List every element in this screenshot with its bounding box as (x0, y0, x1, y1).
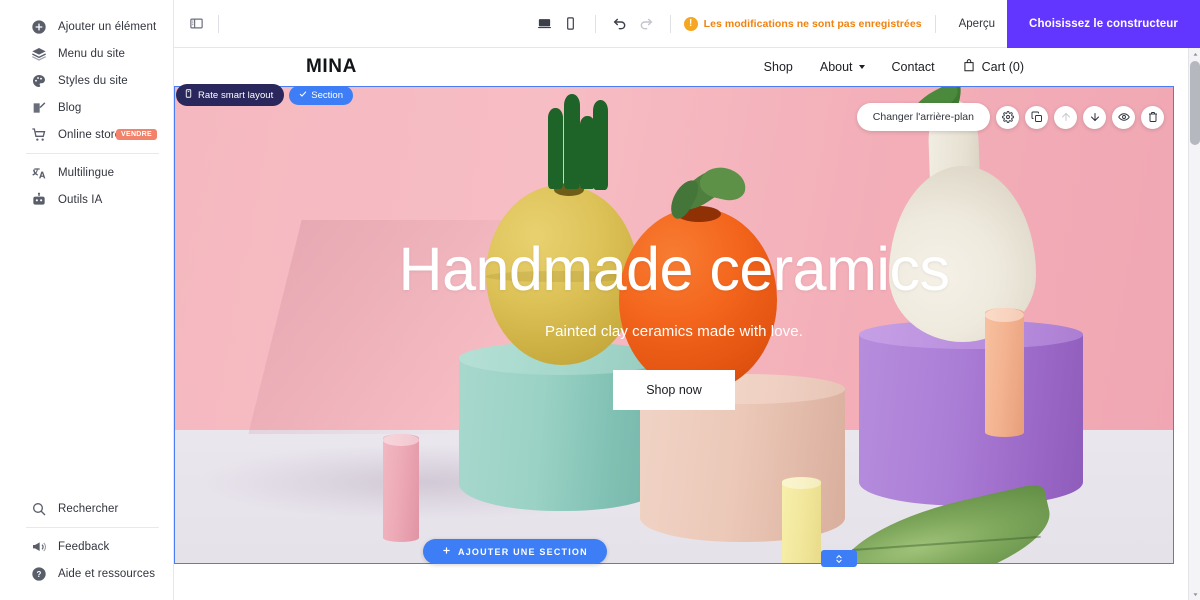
trash-icon[interactable] (1141, 105, 1164, 129)
sidebar-item-search[interactable]: Rechercher (0, 495, 173, 522)
sidebar-item-multilingual[interactable]: Multilingue (0, 159, 173, 186)
add-section-label: AJOUTER UNE SECTION (458, 546, 588, 557)
sidebar-item-label: Styles du site (58, 74, 128, 87)
sidebar-item-label: Feedback (58, 540, 110, 553)
section-floating-toolbar: Changer l'arrière-plan (856, 103, 1164, 131)
site-logo[interactable]: MINA (306, 56, 357, 78)
cart-button[interactable]: Cart (0) (962, 58, 1024, 76)
unsaved-changes-status[interactable]: ! Les modifications ne sont pas enregist… (682, 16, 924, 31)
nav-label: About (819, 60, 853, 74)
settings-gear-icon[interactable] (996, 105, 1019, 129)
badge-label: Section (311, 89, 343, 101)
desktop-icon[interactable] (532, 12, 558, 36)
sidebar-item-ai-tools[interactable]: Outils IA (0, 186, 173, 213)
hero-subtitle: Painted clay ceramics made with love. (545, 323, 803, 340)
sidebar-item-site-menu[interactable]: Menu du site (0, 40, 173, 67)
robot-icon (30, 191, 47, 208)
toolbar-divider (669, 14, 671, 33)
sidebar-item-label: Online store (58, 128, 122, 141)
badge-label: Rate smart layout (198, 89, 274, 101)
preview-button[interactable]: Aperçu (947, 13, 1007, 35)
redo-icon[interactable] (633, 12, 659, 36)
sidebar-item-label: Multilingue (58, 166, 115, 179)
chevron-down-icon (858, 65, 865, 69)
sidebar-item-site-styles[interactable]: Styles du site (0, 67, 173, 94)
viewport-switcher (532, 12, 584, 36)
nav-item-contact[interactable]: Contact (892, 60, 935, 74)
hero-title: Handmade ceramics (398, 235, 950, 303)
layers-icon (30, 45, 47, 62)
toolbar-divider (934, 14, 936, 33)
scrollbar-thumb[interactable] (1190, 61, 1200, 145)
sidebar-item-label: Menu du site (58, 47, 126, 60)
sidebar-item-online-store[interactable]: Online store VENDRE (0, 121, 173, 148)
mobile-icon[interactable] (558, 12, 584, 36)
svg-text:?: ? (36, 570, 41, 579)
sidebar-item-label: Rechercher (58, 502, 119, 515)
section-badges: Rate smart layout Section (176, 84, 353, 106)
shopping-cart-icon (30, 126, 47, 143)
change-background-button[interactable]: Changer l'arrière-plan (856, 103, 990, 131)
nav-item-shop[interactable]: Shop (764, 60, 793, 74)
hero-content: Handmade ceramics Painted clay ceramics … (175, 87, 1173, 563)
sidebar-divider (26, 527, 159, 528)
site-header: MINA Shop About Contact Cart (0) (174, 48, 1174, 86)
status-badge-sell: VENDRE (116, 129, 157, 140)
top-toolbar: ! Les modifications ne sont pas enregist… (174, 0, 1200, 48)
help-circle-icon: ? (30, 565, 47, 582)
move-down-icon[interactable] (1083, 105, 1106, 129)
cart-label: Cart (0) (981, 60, 1024, 74)
scroll-down-arrow-icon[interactable] (1189, 588, 1200, 600)
sidebar-item-label: Blog (58, 101, 82, 114)
section-resize-handle[interactable] (821, 550, 857, 567)
toolbar-divider (218, 14, 219, 33)
toolbar-divider (594, 14, 596, 33)
site-nav: Shop About Contact Cart (0) (764, 58, 1024, 76)
sidebar-item-add-element[interactable]: Ajouter un élément (0, 13, 173, 40)
sidebar-divider (26, 153, 159, 154)
smart-layout-icon (184, 88, 193, 102)
palette-icon (30, 72, 47, 89)
rate-smart-layout-badge[interactable]: Rate smart layout (176, 84, 285, 106)
history-controls (607, 12, 659, 36)
panel-layout-icon[interactable] (185, 13, 207, 35)
move-up-icon[interactable] (1054, 105, 1077, 129)
choose-builder-button[interactable]: Choisissez le constructeur (1007, 0, 1200, 48)
nav-label: Contact (891, 60, 935, 74)
sidebar-primary-group: Ajouter un élément Menu du site Styles d… (0, 0, 173, 213)
sidebar-footer-group: Rechercher Feedback ? Aide et ressources (0, 495, 173, 600)
plus-circle-icon (30, 18, 47, 35)
add-section-button[interactable]: AJOUTER UNE SECTION (423, 539, 607, 564)
scroll-up-arrow-icon[interactable] (1189, 48, 1200, 60)
translate-icon (30, 164, 47, 181)
sidebar-item-help[interactable]: ? Aide et ressources (0, 560, 173, 587)
hero-section[interactable]: Handmade ceramics Painted clay ceramics … (174, 86, 1174, 564)
duplicate-icon[interactable] (1025, 105, 1048, 129)
nav-item-about[interactable]: About (820, 60, 865, 74)
search-icon (30, 500, 47, 517)
sidebar-item-blog[interactable]: Blog (0, 94, 173, 121)
shopping-bag-icon (962, 58, 976, 76)
left-sidebar: Ajouter un élément Menu du site Styles d… (0, 0, 174, 600)
site-builder-editor: Ajouter un élément Menu du site Styles d… (0, 0, 1200, 600)
unsaved-changes-text: Les modifications ne sont pas enregistré… (703, 17, 922, 30)
plus-icon (442, 546, 451, 557)
shop-now-button[interactable]: Shop now (613, 370, 735, 410)
warning-icon: ! (683, 16, 698, 31)
sidebar-item-label: Aide et ressources (58, 567, 156, 580)
sidebar-item-label: Ajouter un élément (58, 20, 157, 33)
canvas-scrollbar[interactable] (1188, 48, 1200, 600)
edit-pencil-icon (30, 99, 47, 116)
section-badge[interactable]: Section (289, 85, 353, 105)
sidebar-item-label: Outils IA (58, 193, 103, 206)
megaphone-icon (30, 538, 47, 555)
eye-hide-icon[interactable] (1112, 105, 1135, 129)
nav-label: Shop (763, 60, 793, 74)
undo-icon[interactable] (607, 12, 633, 36)
check-icon (299, 90, 307, 101)
sidebar-item-feedback[interactable]: Feedback (0, 533, 173, 560)
